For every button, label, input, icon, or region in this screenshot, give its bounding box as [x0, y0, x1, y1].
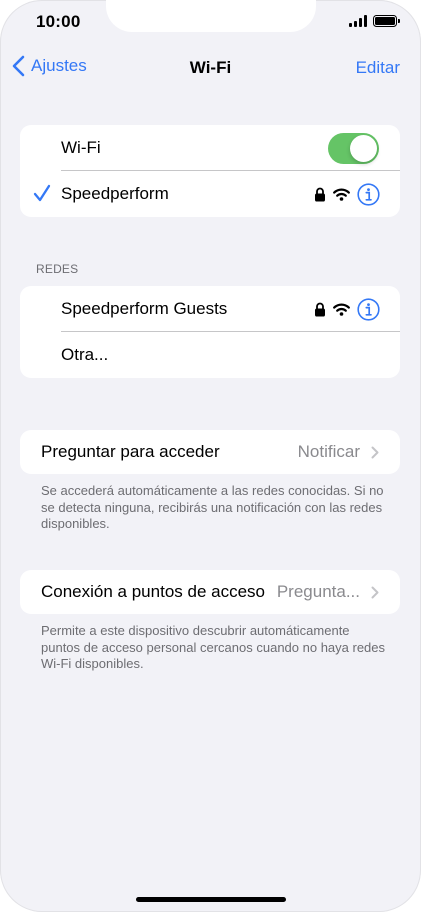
checkmark-icon [33, 184, 51, 202]
wifi-toggle-label: Wi-Fi [61, 138, 101, 157]
ask-to-join-group: Preguntar para acceder Notificar [20, 430, 400, 474]
connected-network-name: Speedperform [61, 184, 169, 203]
wifi-toggle[interactable] [328, 133, 379, 164]
edit-button[interactable]: Editar [356, 58, 400, 78]
toggle-knob [350, 135, 377, 162]
battery-icon [373, 15, 400, 27]
lock-icon [315, 302, 325, 317]
hotspot-label: Conexión a puntos de acceso [41, 582, 265, 601]
home-indicator[interactable] [136, 897, 286, 902]
hotspot-value: Pregunta... [276, 582, 360, 601]
networks-group: Speedperform Guests Otra... [20, 286, 400, 378]
network-name: Speedperform Guests [61, 299, 228, 318]
network-info-button[interactable] [357, 298, 380, 321]
hotspot-group: Conexión a puntos de acceso Pregunta... [20, 570, 400, 614]
chevron-right-icon [371, 586, 379, 599]
network-status-icons [314, 298, 380, 321]
wifi-icon [333, 188, 350, 201]
hotspot-row[interactable]: Conexión a puntos de acceso Pregunta... [20, 570, 400, 614]
other-network-row[interactable]: Otra... [20, 332, 400, 378]
info-icon [357, 183, 380, 206]
wifi-toggle-row: Wi-Fi [20, 125, 400, 171]
ask-to-join-value: Notificar [297, 442, 360, 461]
wifi-icon [333, 303, 350, 316]
wifi-group: Wi-Fi Speedperform [20, 125, 400, 217]
other-network-label: Otra... [61, 345, 109, 364]
network-status-icons [314, 183, 380, 206]
cellular-signal-icon [349, 15, 367, 27]
status-time: 10:00 [36, 12, 81, 31]
ask-to-join-footnote: Se accederá automáticamente a las redes … [41, 483, 384, 531]
ask-to-join-label: Preguntar para acceder [41, 442, 220, 461]
networks-header: REDES [36, 262, 79, 276]
network-row[interactable]: Speedperform Guests [20, 286, 400, 332]
connected-network-row[interactable]: Speedperform [20, 171, 400, 217]
phone-screen: 10:00 Ajustes Wi-Fi Editar Wi-Fi Speedpe… [0, 0, 421, 912]
lock-icon [315, 187, 325, 202]
chevron-right-icon [371, 446, 379, 459]
network-info-button[interactable] [357, 183, 380, 206]
status-icons [349, 15, 400, 27]
notch [106, 0, 316, 32]
info-icon [357, 298, 380, 321]
ask-to-join-row[interactable]: Preguntar para acceder Notificar [20, 430, 400, 474]
hotspot-footnote: Permite a este dispositivo descubrir aut… [41, 623, 386, 671]
